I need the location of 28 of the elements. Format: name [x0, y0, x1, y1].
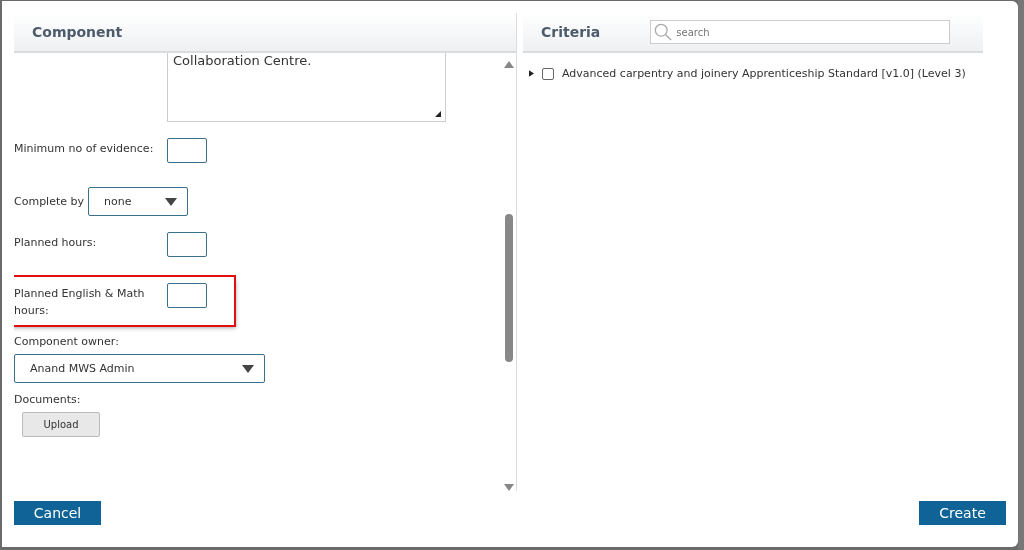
upload-button[interactable]: Upload	[22, 412, 100, 437]
expand-icon[interactable]	[529, 70, 534, 77]
cancel-button[interactable]: Cancel	[14, 501, 101, 525]
scrollbar-thumb[interactable]	[505, 214, 513, 362]
field-label: Minimum no of evidence:	[14, 141, 155, 157]
panel-title: Component	[32, 24, 123, 40]
panel-title: Criteria	[541, 24, 601, 40]
number-field[interactable]	[167, 283, 207, 308]
resize-grip-icon[interactable]	[435, 111, 441, 117]
search-icon	[654, 23, 673, 41]
caret-icon	[242, 364, 254, 373]
caret-icon	[165, 197, 177, 206]
checkbox[interactable]	[542, 67, 554, 80]
number-field[interactable]	[167, 232, 207, 257]
create-button[interactable]: Create	[919, 501, 1006, 525]
description-field[interactable]: Collaboration Centre.	[167, 53, 446, 122]
dropdown[interactable]: Anand MWS Admin	[14, 354, 265, 383]
field-label: Component owner:	[14, 335, 120, 348]
field-label: Planned hours:	[14, 235, 98, 251]
scroll-down-icon[interactable]	[504, 484, 514, 491]
search-field[interactable]: search	[650, 20, 951, 44]
tree-item-label[interactable]: Advanced carpentry and joinery Apprenticeship Standard [v1.0] (Level 3)	[562, 67, 966, 80]
scroll-up-icon[interactable]	[504, 61, 514, 68]
dropdown[interactable]: none	[88, 187, 188, 216]
field-label: Planned English & Math hours:	[14, 286, 146, 319]
number-field[interactable]	[167, 138, 207, 163]
field-label: Documents:	[14, 393, 82, 406]
field-label: Complete by	[14, 195, 84, 208]
